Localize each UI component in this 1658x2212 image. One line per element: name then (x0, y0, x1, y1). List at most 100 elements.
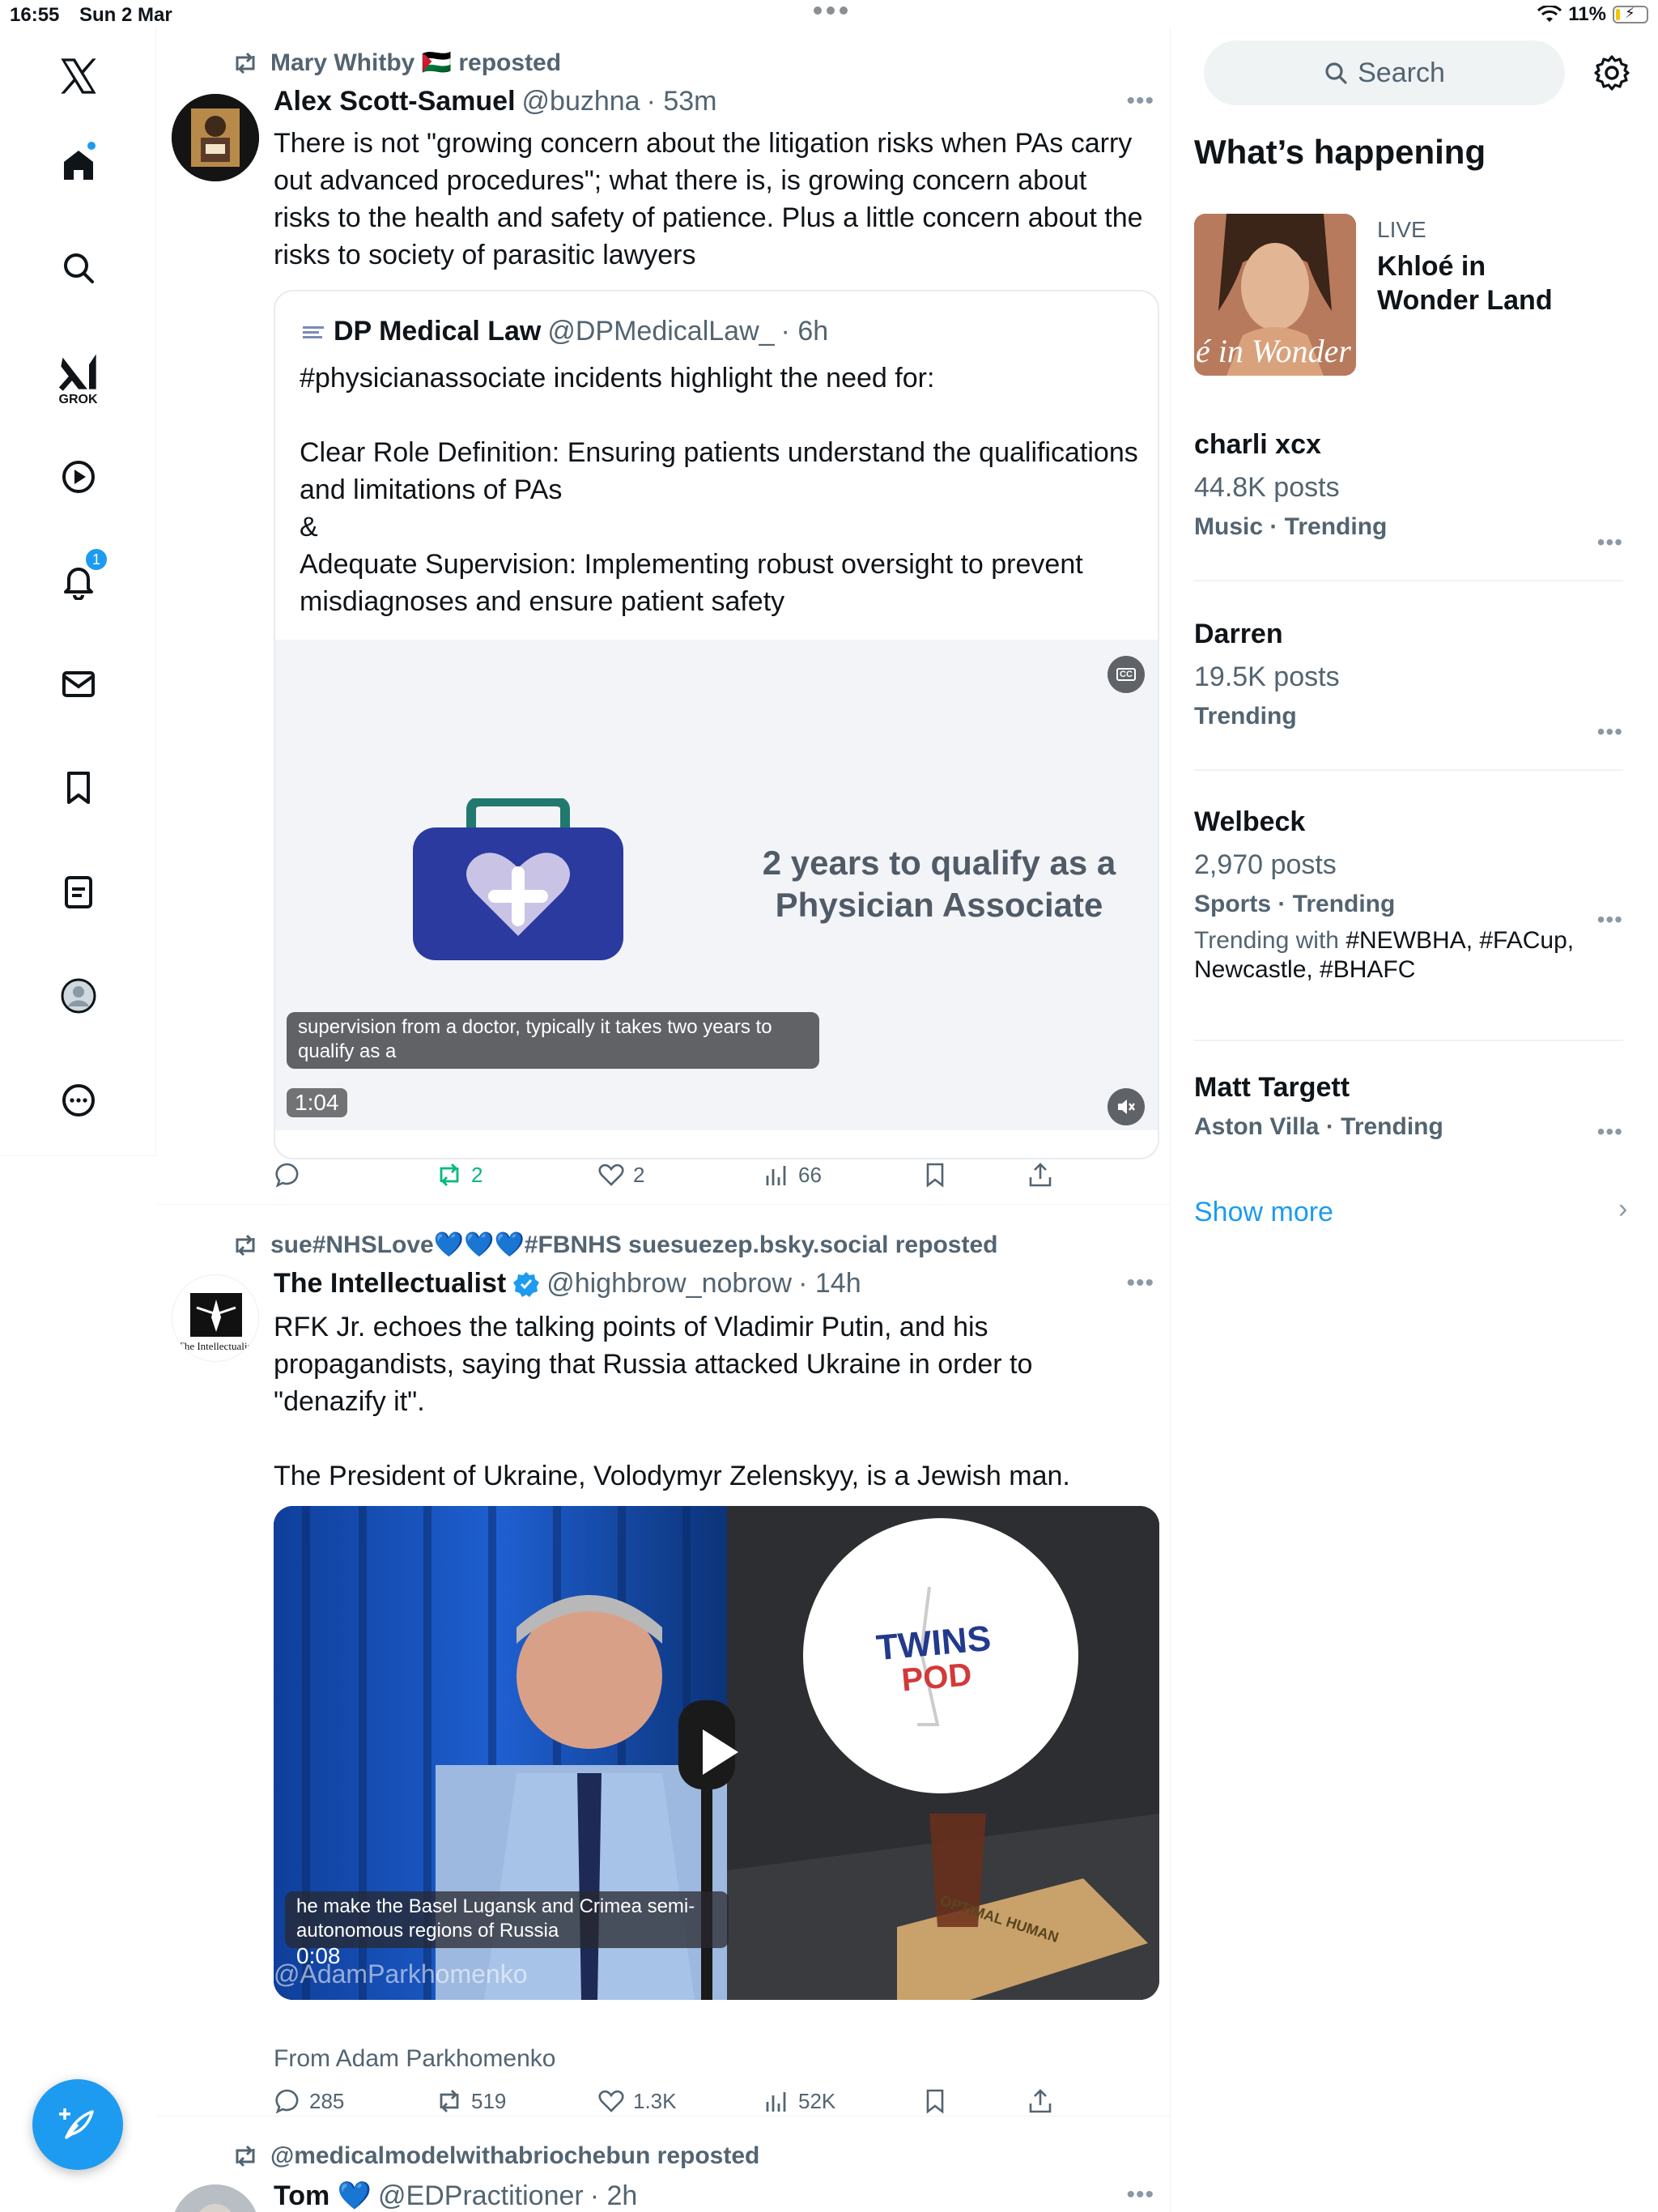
show-more-link[interactable]: Show more (1194, 1197, 1333, 1228)
nav-videos[interactable] (0, 449, 156, 505)
trend-name: Matt Targett (1194, 1072, 1350, 1103)
play-button[interactable] (685, 1720, 750, 1784)
repost-by-label: sue#NHSLove💙💙💙#FBNHS suesuezep.bsky.soci… (270, 1231, 998, 1258)
bookmark-button[interactable] (921, 1161, 949, 1189)
battery-percent: 11% (1568, 3, 1606, 25)
nav-notifications[interactable]: 1 (0, 547, 156, 609)
nav-profile[interactable] (0, 968, 156, 1024)
compose-post-button[interactable] (32, 2079, 123, 2170)
video-title-line2: Physician Associate (775, 886, 1103, 924)
trend-item[interactable]: Darren 19.5K posts Trending ••• (1194, 619, 1623, 771)
views-button[interactable]: 66 (763, 1161, 822, 1189)
feather-plus-icon (59, 2108, 94, 2139)
timeline[interactable]: Mary Whitby 🇵🇸 reposted Alex Scott-Samue… (157, 28, 1171, 2212)
bookmark-button[interactable] (921, 2087, 949, 2115)
bookmark-icon (926, 2089, 944, 2114)
x-logo-button[interactable] (0, 44, 156, 108)
quoted-video-player[interactable]: 2 years to qualify as a Physician Associ… (275, 640, 1158, 1130)
trend-item[interactable]: charli xcx 44.8K posts Music · Trending … (1194, 429, 1623, 581)
gear-icon (1594, 55, 1630, 91)
search-placeholder: Search (1358, 57, 1445, 88)
views-count: 66 (798, 1162, 822, 1187)
post-time[interactable]: · 14h (798, 1268, 861, 1300)
share-button[interactable] (1027, 1161, 1054, 1189)
trend-more-button[interactable]: ••• (1597, 1119, 1623, 1145)
post-more-button[interactable]: ••• (1126, 1270, 1154, 1297)
like-button[interactable]: 1.3K (597, 2087, 677, 2115)
author-handle[interactable]: @buzhna (522, 86, 640, 117)
quoted-avatar-icon (300, 317, 327, 346)
share-button[interactable] (1027, 2087, 1054, 2115)
trend-item[interactable]: Welbeck 2,970 posts Sports · Trending Tr… (1194, 806, 1623, 1041)
author-name[interactable]: Tom 💙 (274, 2180, 372, 2212)
avatar[interactable]: The Intellectualist (172, 1274, 259, 1362)
post-card[interactable]: Mary Whitby 🇵🇸 reposted Alex Scott-Samue… (157, 28, 1170, 1205)
trend-name: charli xcx (1194, 429, 1321, 460)
trend-more-button[interactable]: ••• (1597, 530, 1623, 555)
post-more-button[interactable]: ••• (1126, 87, 1154, 115)
heart-icon (598, 1163, 624, 1186)
author-name[interactable]: Alex Scott-Samuel (274, 86, 516, 117)
captions-button[interactable]: CC (1107, 656, 1145, 693)
post-card[interactable]: @medicalmodelwithabriochebun reposted To… (157, 2116, 1170, 2212)
post-header: Alex Scott-Samuel @buzhna · 53m (274, 86, 1154, 117)
wifi-icon (1537, 6, 1562, 22)
nav-bookmarks[interactable] (0, 759, 156, 816)
video-title: 2 years to qualify as a Physician Associ… (729, 842, 1150, 926)
muted-speaker-icon (1118, 1100, 1135, 1114)
nav-more[interactable] (0, 1072, 156, 1129)
x-logo-icon (60, 58, 96, 94)
nav-grok[interactable]: GROK (0, 338, 156, 419)
quoted-post[interactable]: DP Medical Law @DPMedicalLaw_ · 6h #phys… (274, 290, 1159, 1159)
author-name[interactable]: The Intellectualist (274, 1268, 506, 1300)
status-right: 11% (1537, 3, 1648, 26)
trend-count: 2,970 posts (1194, 849, 1337, 880)
quoted-author-name: DP Medical Law (334, 316, 542, 347)
reply-button[interactable] (274, 1161, 309, 1189)
video-source[interactable]: From Adam Parkhomenko (274, 2045, 555, 2073)
grok-label: GROK (58, 393, 98, 406)
avatar[interactable] (172, 94, 259, 181)
battery-icon (1613, 5, 1648, 23)
mute-button[interactable] (1107, 1088, 1145, 1125)
nav-lists[interactable] (0, 864, 156, 921)
post-more-button[interactable]: ••• (1126, 2181, 1154, 2209)
nav-home[interactable] (0, 137, 156, 194)
repost-icon (236, 2145, 255, 2167)
author-handle[interactable]: @EDPractitioner (378, 2180, 584, 2212)
nav-messages[interactable] (0, 656, 156, 713)
reply-count: 285 (309, 2088, 345, 2113)
nav-explore[interactable] (0, 240, 156, 296)
quoted-post-time: · 6h (780, 316, 829, 347)
views-count: 52K (798, 2088, 836, 2113)
status-date: Sun 2 Mar (79, 4, 172, 26)
video-title-line1: 2 years to qualify as a (762, 844, 1116, 882)
video-caption: supervision from a doctor, typically it … (287, 1012, 819, 1069)
views-button[interactable]: 52K (763, 2087, 835, 2115)
search-input[interactable]: Search (1204, 40, 1565, 105)
post-video-player[interactable]: TWINS POD OPTIMAL HUMAN he make the Base… (274, 1506, 1159, 2000)
post-time[interactable]: · 2h (590, 2180, 638, 2212)
video-timecode: 0:08 (296, 1943, 341, 1968)
post-time[interactable]: · 53m (647, 86, 717, 117)
repost-button[interactable]: 2 (436, 1161, 483, 1189)
multitasking-dots[interactable] (814, 6, 848, 15)
reply-button[interactable]: 285 (274, 2087, 344, 2115)
cc-icon: CC (1116, 668, 1136, 681)
repost-button[interactable]: 519 (436, 2087, 506, 2115)
settings-button[interactable] (1592, 53, 1631, 92)
views-icon (766, 1166, 786, 1185)
repost-attribution: Mary Whitby 🇵🇸 reposted (232, 49, 561, 77)
post-card[interactable]: sue#NHSLove💙💙💙#FBNHS suesuezep.bsky.soci… (157, 1205, 1170, 2116)
trend-more-button[interactable]: ••• (1597, 907, 1623, 933)
live-event-card[interactable]: é in Wonder l LIVE Khloé in Wonder Land (1194, 214, 1623, 376)
medical-bag-icon (413, 798, 623, 960)
author-handle[interactable]: @highbrow_nobrow (546, 1268, 792, 1300)
live-label: LIVE (1377, 217, 1426, 242)
like-button[interactable]: 2 (597, 1161, 644, 1189)
trend-item[interactable]: Matt Targett Aston Villa · Trending ••• (1194, 1072, 1623, 1172)
repost-count: 2 (471, 1162, 483, 1187)
trend-more-button[interactable]: ••• (1597, 719, 1623, 745)
avatar[interactable] (172, 2184, 259, 2212)
repost-count: 519 (471, 2088, 507, 2113)
